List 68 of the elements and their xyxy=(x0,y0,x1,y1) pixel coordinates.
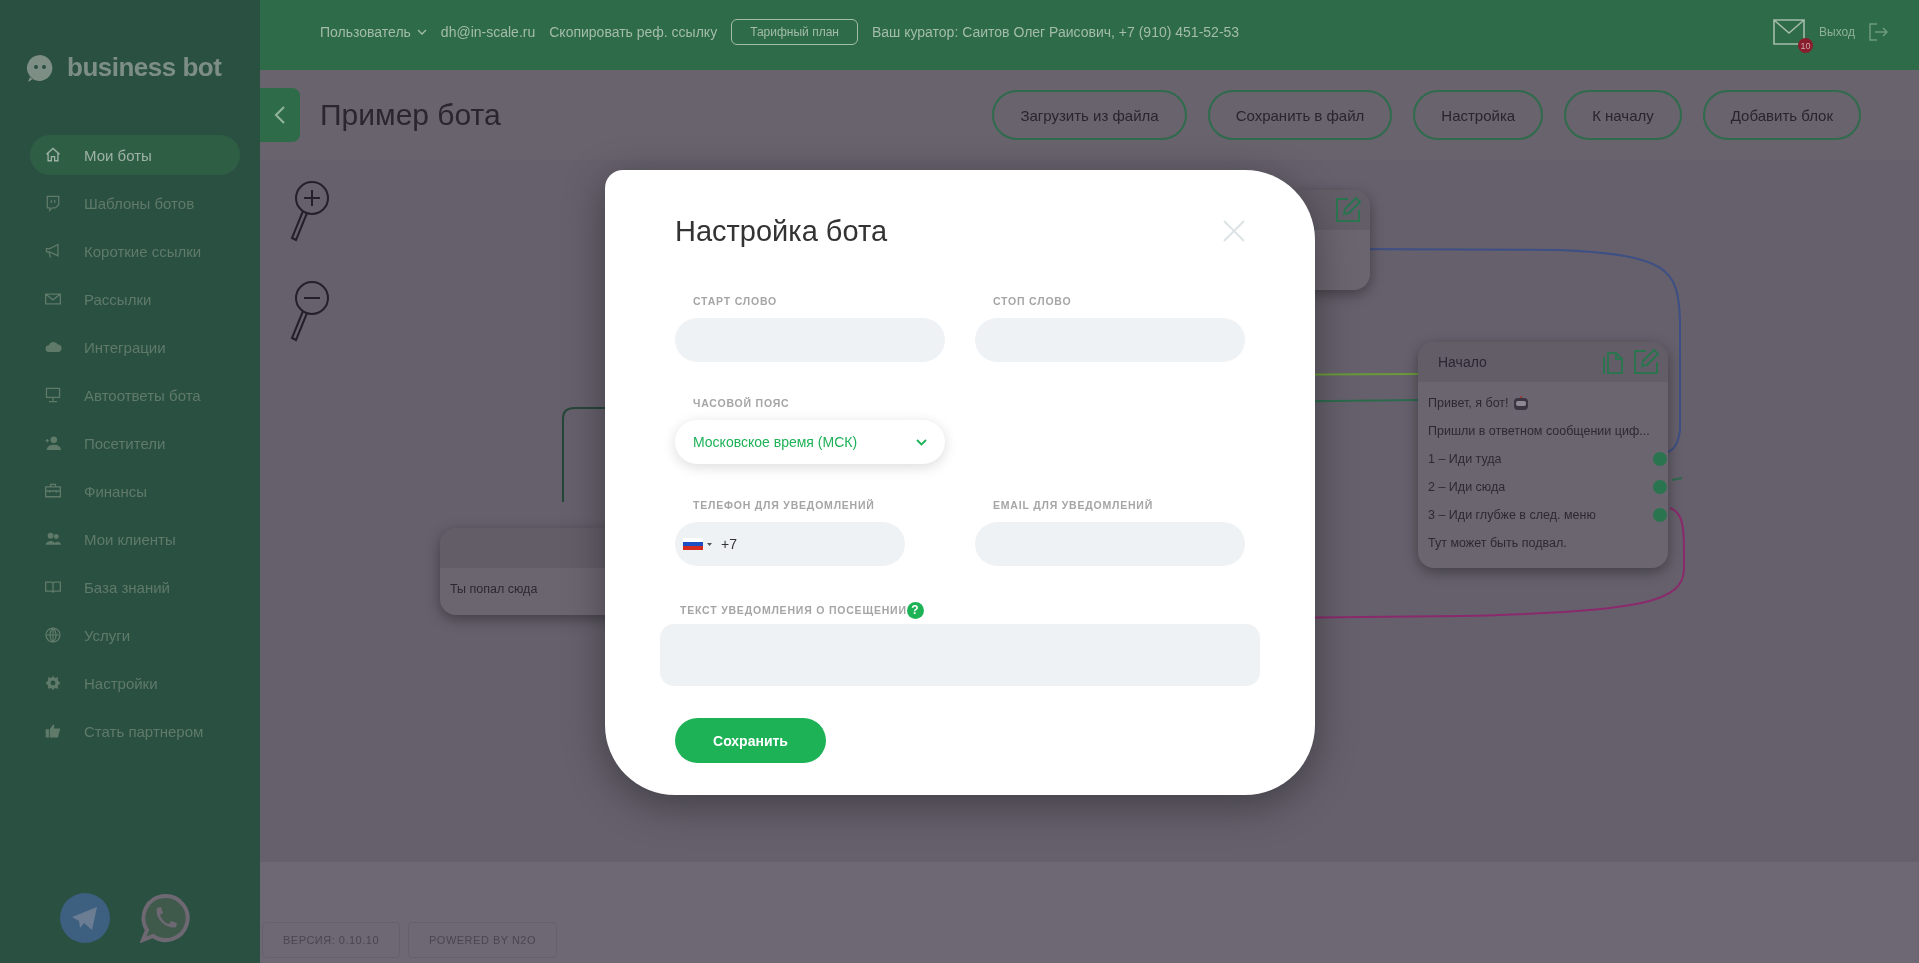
sidebar-item[interactable]: Мои боты xyxy=(30,135,240,175)
toolbar-button[interactable]: Добавить блок xyxy=(1702,90,1861,140)
user-add-icon xyxy=(44,434,62,452)
field-label: СТОП СЛОВО xyxy=(992,294,1073,307)
notification-badge: 10 xyxy=(1798,38,1814,53)
chevron-left-icon xyxy=(274,105,286,125)
chevron-down-icon xyxy=(916,438,927,446)
option-text: 1 – Иди туда xyxy=(1428,452,1502,466)
node-title: Начало xyxy=(1438,354,1487,370)
toolbar-button[interactable]: Настройка xyxy=(1413,90,1544,140)
save-button[interactable]: Сохранить xyxy=(675,718,826,763)
chat-bubble-logo-icon xyxy=(25,52,55,83)
field-label: СТАРТ СЛОВО xyxy=(692,294,778,307)
toolbar-button[interactable]: К началу xyxy=(1564,90,1682,140)
briefcase-icon xyxy=(44,482,62,500)
toolbar-button[interactable]: Сохранить в файл xyxy=(1207,90,1393,140)
envelope-icon xyxy=(44,290,62,308)
message-text: Привет, я бот! xyxy=(1428,396,1509,410)
output-port[interactable] xyxy=(1653,452,1667,466)
edit-icon[interactable] xyxy=(1632,348,1660,376)
connector-line xyxy=(1671,477,1683,481)
output-port[interactable] xyxy=(1653,508,1667,522)
option-text: 3 – Иди глубже в след. меню xyxy=(1428,508,1596,522)
toolbar-button[interactable]: Загрузить из файла xyxy=(992,90,1187,140)
home-icon xyxy=(44,146,62,164)
help-icon[interactable]: ? xyxy=(906,601,924,619)
curator-text: Ваш куратор: Саитов Олег Раисович, +7 (910) 451-52-53 xyxy=(871,24,1240,40)
output-port[interactable] xyxy=(1653,480,1667,494)
phone-field[interactable]: +7 xyxy=(675,522,905,566)
message-text: Ты попал сюда xyxy=(450,582,538,596)
zoom-in-icon[interactable] xyxy=(288,180,330,242)
robot-face-icon xyxy=(1512,395,1529,411)
dialog-title: Настройка бота xyxy=(675,214,887,249)
zoom-out-icon[interactable] xyxy=(288,280,330,342)
megaphone-icon xyxy=(44,242,62,260)
envelope-icon[interactable] xyxy=(1773,19,1806,45)
chat-icon xyxy=(44,194,62,212)
whatsapp-icon[interactable] xyxy=(140,893,190,943)
page-title: Пример бота xyxy=(320,98,501,132)
user-menu[interactable]: Пользователь xyxy=(320,24,427,40)
field-label: ЧАСОВОЙ ПОЯС xyxy=(692,396,791,409)
thumbs-up-icon xyxy=(44,722,62,740)
edit-icon[interactable] xyxy=(1334,196,1362,224)
back-button[interactable] xyxy=(260,88,300,142)
field-label: EMAIL ДЛЯ УВЕДОМЛЕНИЙ xyxy=(992,498,1155,511)
settings-icon xyxy=(44,674,62,692)
email-text: dh@in-scale.ru xyxy=(440,24,536,40)
telegram-icon[interactable] xyxy=(60,893,110,943)
chevron-down-icon xyxy=(416,29,427,35)
book-icon xyxy=(44,578,62,596)
message-text: Тут может быть подвал. xyxy=(1428,536,1567,550)
copy-icon[interactable] xyxy=(1602,349,1624,375)
logout-icon[interactable] xyxy=(1869,23,1889,41)
monitor-icon xyxy=(44,386,62,404)
plan-button[interactable]: Тарифный план xyxy=(731,19,858,45)
users-icon xyxy=(44,530,62,548)
phone-code: +7 xyxy=(721,536,737,552)
logout-link[interactable]: Выход xyxy=(1819,25,1855,39)
globe-icon xyxy=(44,626,62,644)
flag-icon[interactable] xyxy=(683,538,713,550)
referral-link[interactable]: Скопировать реф. ссылку xyxy=(549,24,718,40)
option-text: 2 – Иди сюда xyxy=(1428,480,1506,494)
flow-node[interactable]: Начало Привет, я бот! Пришли в ответном сообщении циф... 1 – Иди туда 2 – Иди сюда 3 – Иди глубже в след. меню Тут может быть подвал. xyxy=(1418,342,1668,568)
timezone-select[interactable]: Московское время (МСК) xyxy=(675,420,945,464)
message-text: Пришли в ответном сообщении циф... xyxy=(1428,424,1650,438)
logo-text: business bot xyxy=(67,52,222,83)
close-icon[interactable] xyxy=(1223,220,1245,242)
field-label: ТЕЛЕФОН ДЛЯ УВЕДОМЛЕНИЙ xyxy=(692,498,876,511)
